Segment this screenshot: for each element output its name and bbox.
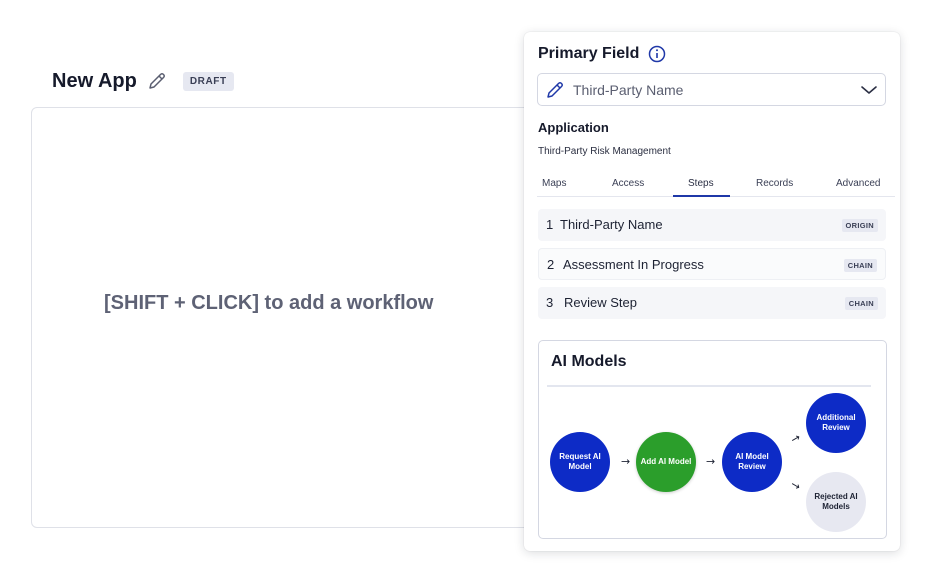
panel-title: Primary Field: [538, 45, 640, 62]
ai-models-card: AI Models Request AI Model → Add AI Mode…: [538, 340, 887, 539]
panel-title-row: Primary Field: [538, 45, 666, 63]
tab-maps[interactable]: Maps: [542, 178, 566, 189]
node-rejected-ai-models[interactable]: Rejected AI Models: [806, 472, 866, 532]
step-row[interactable]: 2 Assessment In Progress CHAIN: [538, 248, 886, 280]
pencil-icon: [545, 80, 565, 100]
step-row[interactable]: 3 Review Step CHAIN: [538, 287, 886, 319]
status-badge: DRAFT: [182, 71, 234, 91]
step-label: Review Step: [564, 295, 637, 310]
node-add-ai-model[interactable]: Add AI Model: [636, 432, 696, 492]
canvas-hint: [SHIFT + CLICK] to add a workflow: [104, 292, 434, 314]
tab-access[interactable]: Access: [612, 178, 644, 189]
arrow-down-right-icon: →: [788, 477, 803, 494]
step-number: 1: [546, 217, 554, 232]
application-label: Application: [538, 120, 609, 135]
arrow-right-icon: →: [621, 455, 631, 468]
node-additional-review[interactable]: Additional Review: [806, 393, 866, 453]
models-title: AI Models: [551, 353, 627, 370]
node-request-ai-model[interactable]: Request AI Model: [550, 432, 610, 492]
primary-field-value: Third-Party Name: [573, 81, 684, 98]
application-name: Third-Party Risk Management: [538, 146, 671, 157]
step-badge: CHAIN: [843, 259, 877, 272]
step-row[interactable]: 1 Third-Party Name ORIGIN: [538, 209, 886, 241]
active-tab-indicator: [673, 195, 730, 197]
arrow-up-right-icon: →: [788, 430, 803, 447]
panel-tabs: Maps Access Steps Records Advanced: [537, 175, 895, 197]
step-label: Assessment In Progress: [563, 257, 704, 272]
pencil-icon[interactable]: [147, 71, 167, 91]
step-badge: ORIGIN: [841, 219, 878, 232]
chevron-down-icon: [860, 81, 878, 99]
info-icon[interactable]: [648, 45, 666, 63]
tab-records[interactable]: Records: [756, 178, 793, 189]
arrow-right-icon: →: [706, 455, 716, 468]
divider: [547, 385, 871, 387]
properties-panel: Primary Field Third-Party Name Applicati…: [524, 32, 900, 551]
step-label: Third-Party Name: [560, 217, 663, 232]
app-title: New App: [52, 69, 137, 92]
workflow-canvas[interactable]: [SHIFT + CLICK] to add a workflow: [31, 107, 571, 528]
tab-steps[interactable]: Steps: [688, 178, 714, 189]
step-number: 2: [547, 257, 555, 272]
app-header: New App DRAFT: [52, 66, 234, 96]
step-number: 3: [546, 295, 554, 310]
tab-advanced[interactable]: Advanced: [836, 178, 880, 189]
primary-field-select[interactable]: Third-Party Name: [537, 73, 886, 106]
step-badge: CHAIN: [844, 297, 878, 310]
node-ai-model-review[interactable]: AI Model Review: [722, 432, 782, 492]
